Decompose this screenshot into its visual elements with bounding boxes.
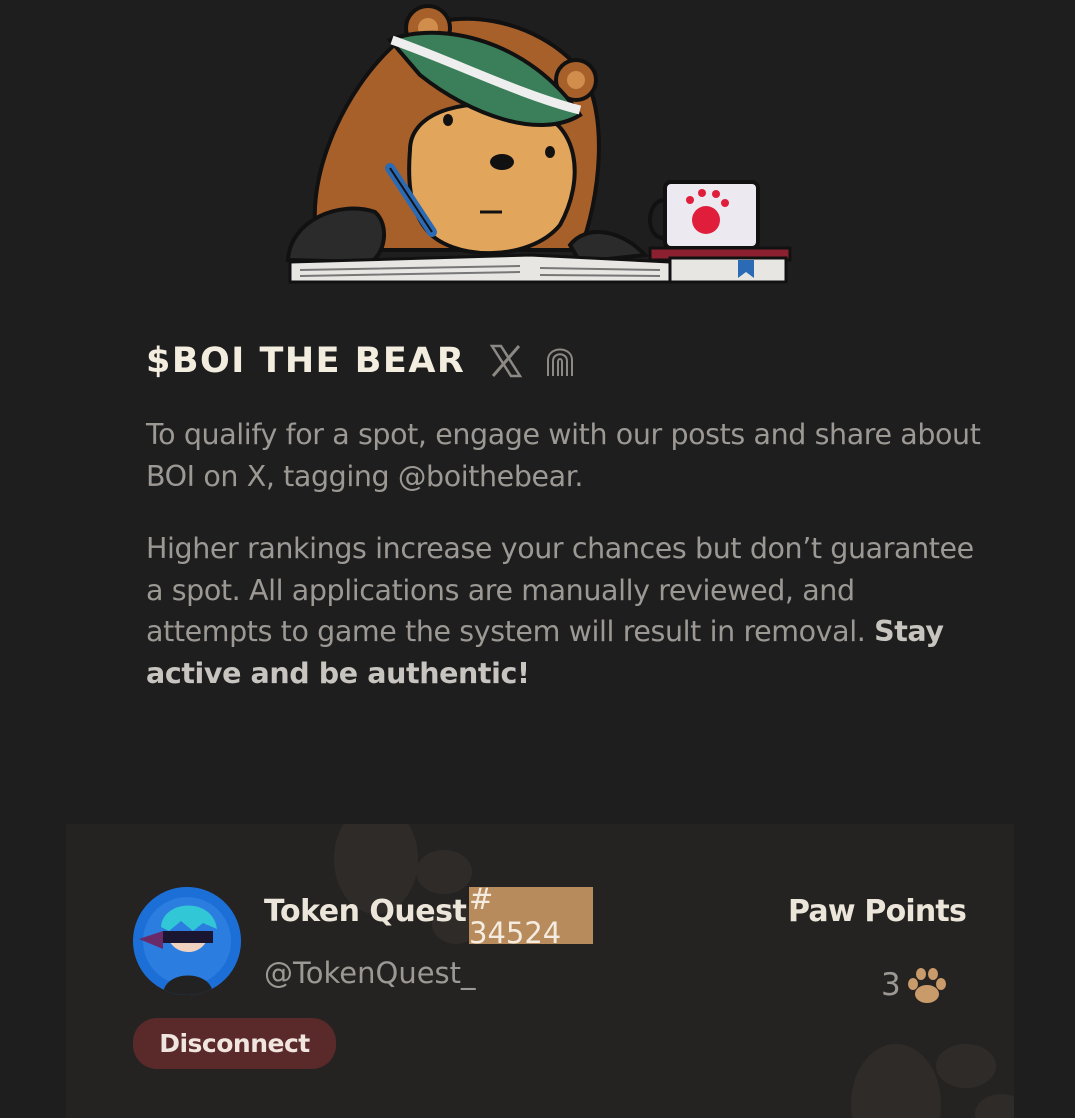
paw-print-decoration-icon <box>851 1044 1014 1118</box>
intro-paragraph-1: To qualify for a spot, engage with our p… <box>146 418 981 493</box>
paw-points-row: 3 <box>881 964 949 1006</box>
x-logo-icon[interactable] <box>489 344 523 378</box>
disconnect-button[interactable]: Disconnect <box>133 1018 336 1069</box>
paw-points-value: 3 <box>881 967 901 1003</box>
intro-paragraph-2: Higher rankings increase your chances bu… <box>146 528 986 694</box>
page-title: $BOI THE BEAR <box>146 341 466 381</box>
profile-card: Token Quest # 34524 @TokenQuest_ Disconn… <box>66 824 1014 1118</box>
page: $BOI THE BEAR To qualify for a spot, eng… <box>0 0 1075 1118</box>
intro-paragraph-2-text: Higher rankings increase your chances bu… <box>146 532 974 648</box>
fingerprint-icon[interactable] <box>545 344 575 378</box>
user-handle: @TokenQuest_ <box>264 956 476 990</box>
title-row: $BOI THE BEAR <box>146 338 575 384</box>
bear-writing-illustration <box>285 4 792 284</box>
rank-badge: # 34524 <box>469 882 593 950</box>
paw-icon <box>907 968 946 1003</box>
avatar <box>133 887 241 995</box>
user-name: Token Quest <box>264 894 467 929</box>
paw-points-label: Paw Points <box>788 894 967 929</box>
